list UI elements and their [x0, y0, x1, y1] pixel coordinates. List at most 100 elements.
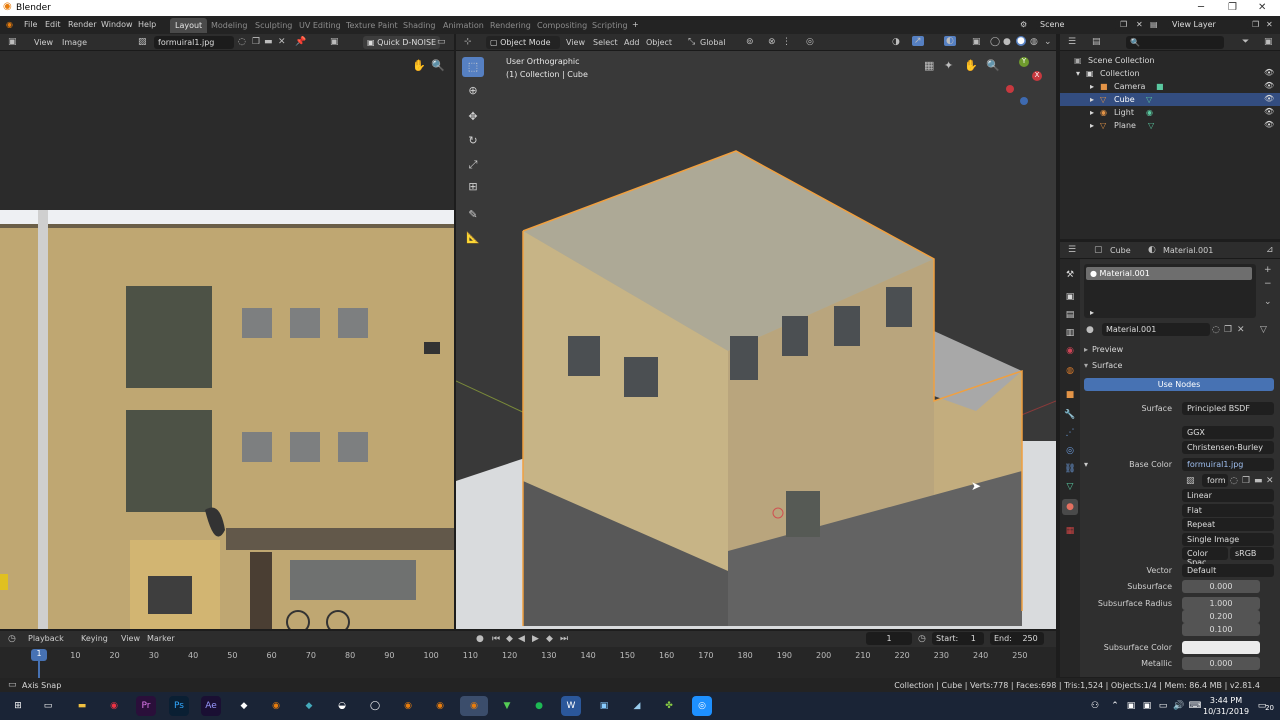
outliner-scene-collection[interactable]: ▣ Scene Collection: [1060, 54, 1280, 67]
proportional-edit-icon[interactable]: ◎: [806, 37, 814, 47]
timeline-menu-playback[interactable]: Playback: [28, 634, 64, 643]
photoshop-icon[interactable]: Ps: [169, 696, 189, 716]
tab-animation[interactable]: Animation: [438, 18, 489, 33]
timeline-ruler[interactable]: 1 10 20 30 40 50 60 70 80 90 100 110 120 130 140 150 16…: [0, 648, 1056, 678]
word-icon[interactable]: W: [561, 696, 581, 716]
interpolation-dropdown[interactable]: Linear: [1182, 489, 1274, 502]
blender-active-task-icon[interactable]: ◉: [460, 696, 488, 716]
filter-icon[interactable]: ⏷: [1242, 37, 1249, 47]
cursor-tool[interactable]: ⊕: [462, 81, 484, 101]
outliner-item-plane[interactable]: ▸ ▽ Plane ▽ 👁: [1060, 119, 1280, 132]
image-menu-image[interactable]: Image: [62, 38, 87, 47]
wireframe-shading-icon[interactable]: ◯: [990, 37, 1000, 47]
outliner-collection[interactable]: ▾ ▣ Collection 👁: [1060, 67, 1280, 80]
gizmo-y-axis[interactable]: Y: [1019, 57, 1029, 67]
material-slot-item[interactable]: ● Material.001: [1086, 267, 1252, 280]
distribution-dropdown[interactable]: GGX: [1182, 426, 1274, 439]
play-icon[interactable]: ▶: [532, 634, 539, 644]
menu-render[interactable]: Render: [68, 20, 96, 29]
material-tab-icon[interactable]: ●: [1062, 499, 1078, 515]
tool-tab-icon[interactable]: ⚒: [1062, 267, 1078, 283]
viewport-menu-view[interactable]: View: [566, 38, 585, 47]
preview-panel-header[interactable]: Preview: [1092, 345, 1123, 354]
extension-dropdown[interactable]: Repeat: [1182, 518, 1274, 531]
transform-tool[interactable]: ⊞: [462, 177, 484, 197]
tab-rendering[interactable]: Rendering: [485, 18, 536, 33]
blender-task-icon[interactable]: ◉: [398, 696, 418, 716]
tray-arrow-icon[interactable]: ⌃: [1108, 696, 1122, 716]
gizmo-z-axis[interactable]: [1020, 97, 1028, 105]
viewport-menu-select[interactable]: Select: [593, 38, 618, 47]
select-box-tool[interactable]: ⬚: [462, 57, 484, 77]
object-tab-icon[interactable]: ■: [1062, 387, 1078, 403]
menu-window[interactable]: Window: [101, 20, 133, 29]
annotate-tool[interactable]: ✎: [462, 205, 484, 225]
gizmo-neg-x-axis[interactable]: [1006, 85, 1014, 93]
restore-icon[interactable]: ❐: [1228, 2, 1237, 13]
language-icon[interactable]: ⌨: [1188, 696, 1202, 716]
inkscape-icon[interactable]: ◆: [234, 696, 254, 716]
prev-keyframe-icon[interactable]: ◆: [506, 634, 513, 644]
denoise-options-icon[interactable]: ▭: [437, 37, 446, 47]
open-image-icon[interactable]: ▬: [264, 37, 273, 47]
display-channels-icon[interactable]: ▣: [330, 37, 339, 47]
subsurface-value[interactable]: 0.000: [1182, 580, 1260, 593]
pivot-icon[interactable]: ⊚: [746, 37, 754, 47]
unity-icon[interactable]: ◒: [332, 696, 352, 716]
surface-panel-arrow-icon[interactable]: ▾: [1084, 361, 1088, 370]
image-unlink-icon[interactable]: ✕: [1266, 476, 1274, 486]
task-view-icon[interactable]: ▭: [38, 696, 58, 716]
material-fake-user-icon[interactable]: ◌: [1212, 325, 1220, 335]
premiere-icon[interactable]: Pr: [136, 696, 156, 716]
clover-icon[interactable]: ✤: [659, 696, 679, 716]
object-mode-dropdown[interactable]: ▢ Object Mode: [486, 36, 560, 49]
blender-menu-icon[interactable]: ◉: [6, 20, 13, 29]
menu-edit[interactable]: Edit: [45, 20, 61, 29]
overlay-toggle-icon[interactable]: ◐: [944, 36, 956, 46]
play-reverse-icon[interactable]: ◀: [518, 634, 525, 644]
image-browse-icon[interactable]: ▨: [138, 37, 147, 47]
material-link-icon[interactable]: ▽: [1260, 325, 1267, 335]
material-browse-icon[interactable]: ●: [1086, 325, 1094, 335]
base-color-texture-field[interactable]: formuiral1.jpg: [1182, 458, 1274, 471]
spotify-icon[interactable]: ●: [529, 696, 549, 716]
record-icon[interactable]: ●: [476, 634, 484, 644]
light-visibility-icon[interactable]: 👁: [1264, 107, 1274, 116]
measure-tool[interactable]: 📐: [462, 228, 484, 248]
color-space-dropdown[interactable]: sRGB: [1230, 547, 1274, 560]
transform-orientation-icon[interactable]: ⤡: [688, 37, 695, 47]
jump-end-icon[interactable]: ⏭: [560, 634, 568, 644]
start-frame-field[interactable]: Start: 1: [932, 632, 984, 645]
viewport-editor-type-icon[interactable]: ⊹: [464, 37, 472, 47]
properties-editor-icon[interactable]: ☰: [1068, 245, 1076, 255]
network-icon[interactable]: ▭: [1156, 696, 1170, 716]
slot-specials-icon[interactable]: ⌄: [1264, 297, 1272, 307]
shading-options-icon[interactable]: ⌄: [1044, 37, 1052, 47]
texture-tab-icon[interactable]: ▦: [1062, 523, 1078, 539]
volume-icon[interactable]: 🔊: [1172, 696, 1186, 716]
slot-list-expand-icon[interactable]: ▸: [1090, 308, 1094, 317]
image-open-icon[interactable]: ▬: [1254, 476, 1263, 486]
scene-field[interactable]: Scene: [1036, 18, 1116, 31]
rendered-shading-icon[interactable]: ◍: [1030, 37, 1038, 47]
add-workspace-icon[interactable]: +: [632, 20, 639, 29]
image-browse-icon[interactable]: ▨: [1186, 476, 1195, 486]
gizmo-x-axis[interactable]: X: [1032, 71, 1042, 81]
expand-arrow-icon[interactable]: ▾: [1076, 69, 1080, 78]
zoom-view-icon[interactable]: 🔍: [986, 59, 1000, 72]
tab-compositing[interactable]: Compositing: [532, 18, 592, 33]
expand-arrow-icon[interactable]: ▸: [1090, 121, 1094, 130]
render-tab-icon[interactable]: ▣: [1062, 289, 1078, 305]
3d-viewport[interactable]: ⬚ ⊕ ✥ ↻ ⤢ ⊞ ✎ 📐 User Orthographic (1) Co…: [456, 51, 1056, 629]
tab-scripting[interactable]: Scripting: [587, 18, 633, 33]
menu-file[interactable]: File: [24, 20, 37, 29]
tab-uv-editing[interactable]: UV Editing: [294, 18, 346, 33]
clock-time[interactable]: 3:44 PM: [1206, 696, 1246, 705]
collection-visibility-icon[interactable]: 👁: [1264, 68, 1274, 77]
image-name-field[interactable]: formuiral1.jpg: [154, 36, 234, 49]
cube-visibility-icon[interactable]: 👁: [1264, 94, 1274, 103]
editor-type-icon[interactable]: ▣: [8, 37, 17, 47]
app-icon[interactable]: ▼: [497, 696, 517, 716]
tab-modeling[interactable]: Modeling: [206, 18, 252, 33]
particles-tab-icon[interactable]: ⋰: [1062, 425, 1078, 441]
